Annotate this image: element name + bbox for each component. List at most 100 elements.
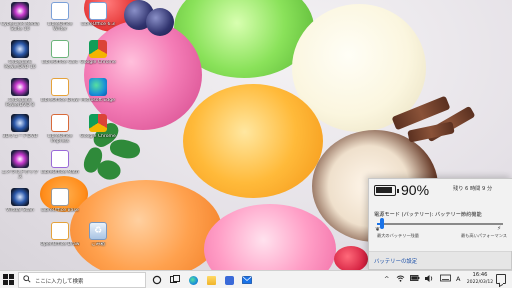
cortana-button[interactable] bbox=[150, 273, 164, 287]
desktop-icon-openoffice-draw[interactable]: D OpenOffice Draw bbox=[40, 222, 80, 258]
battery-flyout-body: 90% 残り 6 時間 9 分 電源モード (バッテリー): バッテリー節約機能… bbox=[369, 179, 512, 251]
tray-network-icon[interactable] bbox=[396, 274, 405, 285]
desktop-icon-label: CyberLink PowerDVD 10 bbox=[4, 60, 36, 71]
desktop-icon-cyberlink-media-suite[interactable]: CyberLink Media Suite 10 bbox=[0, 2, 40, 38]
wallpaper-scoop bbox=[183, 84, 323, 198]
desktop-icon-label: LibreOffice Writer bbox=[47, 22, 73, 33]
desktop-icon-label: LibreOffice Base bbox=[41, 208, 79, 213]
bolt-icon: ⚡ bbox=[497, 225, 502, 232]
battery-flyout: 90% 残り 6 時間 9 分 電源モード (バッテリー): バッテリー節約機能… bbox=[368, 178, 512, 270]
chrome-icon bbox=[89, 114, 107, 132]
draw-icon: D bbox=[51, 222, 69, 240]
desktop-icon-libreoffice-base[interactable]: B LibreOffice Base bbox=[40, 188, 80, 224]
desktop-icon-label: エメラルドボックス bbox=[1, 170, 39, 181]
tray-keyboard-icon[interactable] bbox=[440, 274, 451, 284]
desktop-icon-google-chrome-2[interactable]: Google Chrome bbox=[78, 114, 118, 150]
tray-volume-icon[interactable] bbox=[424, 274, 434, 285]
draw-icon: D bbox=[51, 78, 69, 96]
taskbar-clock[interactable]: 16:46 2022/03/12 bbox=[466, 272, 494, 286]
windows-logo-icon bbox=[9, 280, 14, 285]
desktop-icon-label: Microsoft Edge bbox=[81, 98, 115, 103]
desktop-icon-libreoffice-impress[interactable]: I LibreOffice Impress bbox=[40, 114, 80, 150]
taskbar-app-edge[interactable] bbox=[186, 273, 200, 287]
search-placeholder: ここに入力して検索 bbox=[35, 279, 84, 285]
folder-icon bbox=[206, 275, 216, 285]
desktop-icon-google-chrome[interactable]: Google Chrome bbox=[78, 40, 118, 76]
search-icon bbox=[23, 275, 31, 283]
mail-icon bbox=[242, 276, 252, 284]
taskbar-search-box[interactable]: ここに入力して検索 bbox=[18, 272, 146, 288]
power-mode-slider-thumb[interactable] bbox=[379, 218, 384, 229]
battery-flyout-footer: バッテリーの設定 bbox=[369, 251, 511, 269]
battery-settings-link[interactable]: バッテリーの設定 bbox=[374, 257, 417, 265]
desktop-icon-microsoft-edge[interactable]: Microsoft Edge bbox=[78, 78, 118, 114]
desktop-icon-3d-viewer[interactable]: 3DヴューアDVD bbox=[0, 114, 40, 150]
desktop-icon-label: LibreOffice Calc bbox=[41, 60, 79, 65]
battery-level-fill bbox=[376, 187, 393, 193]
math-icon: M bbox=[51, 150, 69, 168]
desktop-icon-label: ごみ箱 bbox=[91, 242, 105, 247]
taskbar-app-store[interactable] bbox=[222, 273, 236, 287]
desktop-icon-label: CyberLink PowerDVD 8 bbox=[5, 98, 35, 109]
powerdvd-icon bbox=[11, 40, 29, 58]
impress-icon: I bbox=[51, 114, 69, 132]
battery-icon bbox=[374, 185, 399, 196]
wifi-icon bbox=[396, 275, 405, 282]
media-box-icon bbox=[11, 150, 29, 168]
wallpaper-scoop bbox=[204, 204, 336, 270]
taskbar-app-explorer[interactable] bbox=[204, 273, 218, 287]
wallpaper-raspberry bbox=[334, 246, 368, 270]
desktop-icon-libreoffice-math[interactable]: M LibreOffice Math bbox=[40, 150, 80, 186]
desktop-icon-grid: CyberLink Media Suite 10 CyberLink Power… bbox=[0, 0, 120, 268]
desktop-icon-powerdvd-8[interactable]: CyberLink PowerDVD 8 bbox=[0, 78, 40, 114]
calc-icon: C bbox=[51, 40, 69, 58]
desktop-icon-label: Google Chrome bbox=[80, 60, 116, 65]
windows-logo-icon bbox=[9, 274, 14, 279]
speaker-icon bbox=[425, 275, 433, 282]
clock-date: 2022/03/12 bbox=[466, 280, 494, 285]
desktop-icon-libreoffice-writer[interactable]: W LibreOffice Writer bbox=[40, 2, 80, 38]
slider-caption-left: 最大のバッテリー残量 bbox=[377, 233, 419, 238]
ime-indicator[interactable]: A bbox=[456, 275, 460, 283]
edge-icon bbox=[188, 275, 198, 285]
wallpaper-berry bbox=[146, 8, 174, 36]
leaf-icon: ❦ bbox=[375, 226, 381, 233]
keyboard-icon bbox=[440, 274, 451, 282]
desktop-icon-libreoffice-draw[interactable]: D LibreOffice Draw bbox=[40, 78, 80, 114]
desktop-icon-libreoffice-calc[interactable]: C LibreOffice Calc bbox=[40, 40, 80, 76]
desktop-icon-recycle-bin[interactable]: ♻ ごみ箱 bbox=[78, 222, 118, 258]
libreoffice-icon: L bbox=[89, 2, 107, 20]
tray-overflow-chevron[interactable]: ^ bbox=[384, 275, 389, 283]
desktop-icon-emerald-box[interactable]: エメラルドボックス bbox=[0, 150, 40, 186]
desktop-icon-label: Virtual Scan bbox=[6, 208, 34, 213]
notification-center-icon[interactable] bbox=[496, 274, 506, 284]
store-icon bbox=[224, 275, 234, 285]
desktop-icon-virtual-scan[interactable]: Virtual Scan bbox=[0, 188, 40, 224]
desktop-icon-label: CyberLink Media Suite 10 bbox=[0, 22, 40, 33]
desktop-icon-libreoffice[interactable]: L LibreOffice 6.3 bbox=[78, 2, 118, 38]
desktop-icon-label: LibreOffice 6.3 bbox=[81, 22, 115, 27]
taskbar-app-mail[interactable] bbox=[240, 273, 254, 287]
power-mode-label: 電源モード (バッテリー): バッテリー節約機能 bbox=[374, 212, 482, 218]
task-view-button[interactable] bbox=[168, 273, 182, 287]
desktop-icon-label: LibreOffice Draw bbox=[40, 98, 80, 103]
search-circle-icon bbox=[152, 275, 162, 285]
cyberlink-icon bbox=[11, 2, 29, 20]
dvd-viewer-icon bbox=[11, 114, 29, 132]
taskbar: ここに入力して検索 ^ A 16:46 2022/03/12 bbox=[0, 270, 512, 288]
battery-icon bbox=[410, 275, 420, 281]
desktop-icon-label: Google Chrome bbox=[80, 134, 116, 139]
desktop-icon-powerdvd-10[interactable]: CyberLink PowerDVD 10 bbox=[0, 40, 40, 76]
windows-logo-icon bbox=[3, 274, 8, 279]
battery-time-remaining: 残り 6 時間 9 分 bbox=[453, 186, 493, 192]
windows-logo-icon bbox=[3, 280, 8, 285]
scan-icon bbox=[11, 188, 29, 206]
desktop-icon-label: 3DヴューアDVD bbox=[2, 134, 38, 139]
tray-battery-icon[interactable] bbox=[410, 274, 420, 284]
desktop-icon-label: LibreOffice Math bbox=[41, 170, 79, 175]
power-mode-slider-track[interactable] bbox=[377, 223, 503, 225]
powerdvd-icon bbox=[11, 78, 29, 96]
start-button[interactable] bbox=[3, 274, 15, 286]
writer-icon: W bbox=[51, 2, 69, 20]
edge-icon bbox=[89, 78, 107, 96]
